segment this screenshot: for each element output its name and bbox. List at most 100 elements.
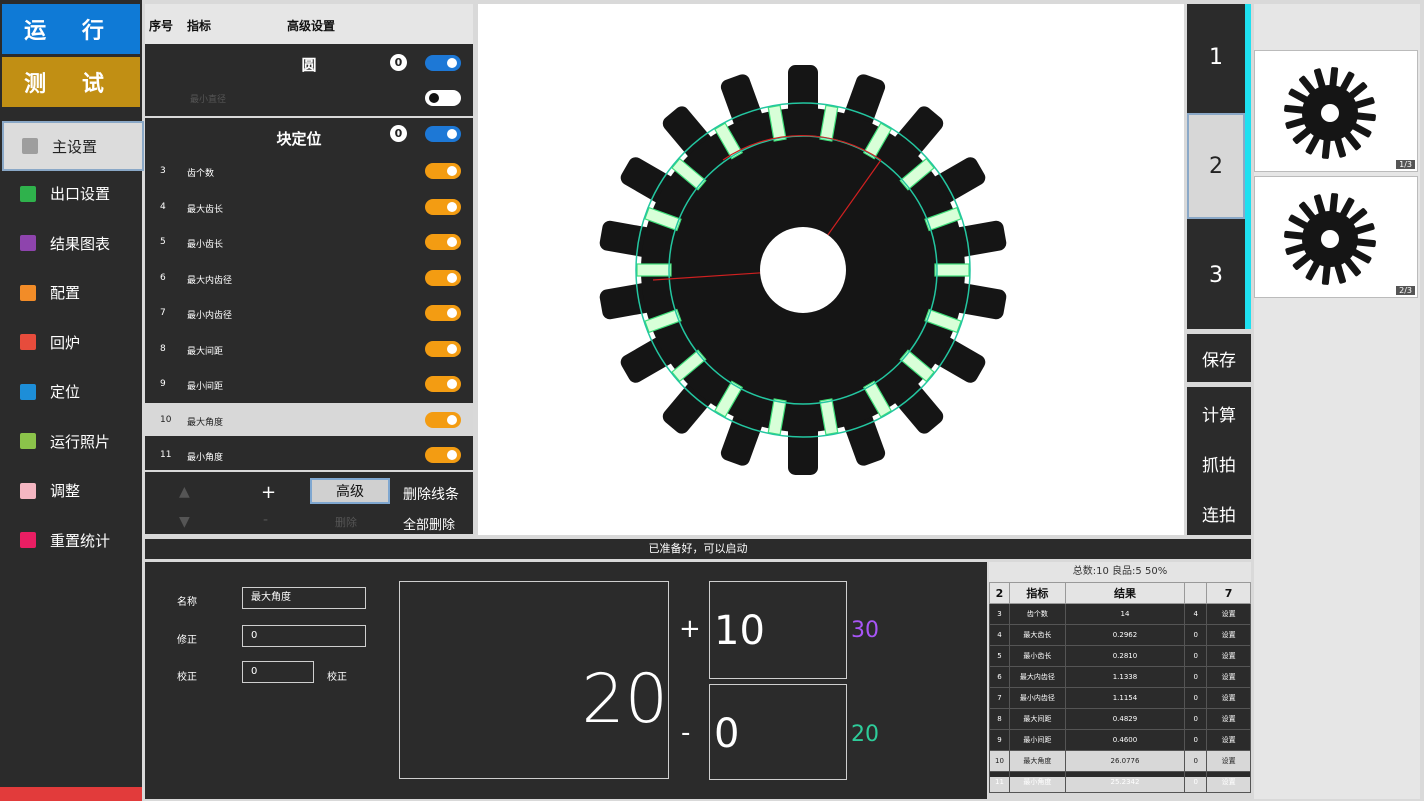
sidebar-item-6[interactable]: 定位 (2, 369, 140, 415)
results-cell-action[interactable]: 设置 (1206, 645, 1251, 667)
capture-button[interactable]: 抓拍 (1187, 451, 1251, 476)
indicator-row[interactable]: 10 最大角度 (145, 402, 473, 436)
sidebar-item-9[interactable]: 重置统计 (2, 517, 140, 563)
results-row[interactable]: 8 最大间距 0.4829 0 设置 (989, 708, 1251, 730)
indicator-number: 7 (160, 308, 166, 318)
remove-button[interactable]: - (263, 512, 268, 528)
move-down-button[interactable]: ▼ (179, 514, 190, 530)
indicator-toggle[interactable] (425, 163, 461, 179)
results-cell-action[interactable]: 设置 (1206, 771, 1251, 793)
results-row[interactable]: 6 最大内齿径 1.1338 0 设置 (989, 666, 1251, 688)
indicator-row[interactable]: 9 最小间距 (145, 367, 473, 400)
results-row[interactable]: 10 最大角度 26.0776 0 设置 (989, 750, 1251, 772)
move-up-button[interactable]: ▲ (179, 484, 190, 500)
indicator-number: 10 (160, 414, 172, 425)
results-cell-count: 0 (1184, 750, 1208, 772)
indicator-toggle[interactable] (425, 305, 461, 321)
circle-group-toggle[interactable] (425, 55, 461, 71)
indicator-row[interactable]: 5 最小齿长 (145, 225, 473, 258)
inspection-image[interactable] (478, 4, 1184, 535)
results-cell-action[interactable]: 设置 (1206, 750, 1251, 772)
results-cell-action[interactable]: 设置 (1206, 603, 1251, 625)
results-cell-action[interactable]: 设置 (1206, 708, 1251, 730)
indicator-row[interactable]: 11 最小角度 (145, 438, 473, 471)
results-cell-result: 26.0776 (1064, 750, 1186, 772)
results-row[interactable]: 4 最大齿长 0.2962 0 设置 (989, 624, 1251, 646)
sidebar-item-2[interactable]: 出口设置 (2, 171, 140, 217)
tab-1[interactable]: 1 (1187, 4, 1245, 110)
results-row[interactable]: 3 齿个数 14 4 设置 (989, 603, 1251, 625)
run-button[interactable]: 运 行 (2, 4, 140, 54)
indicator-number: 6 (160, 272, 166, 283)
results-cell-action[interactable]: 设置 (1206, 687, 1251, 709)
results-header-cell: 7 (1206, 582, 1251, 604)
min-diameter-toggle[interactable] (425, 90, 461, 106)
indicator-toggle[interactable] (425, 411, 461, 428)
advanced-button[interactable]: 高级 (310, 478, 390, 504)
lower-tolerance-field[interactable]: 0 (709, 684, 847, 780)
save-button[interactable]: 保存 (1187, 334, 1251, 382)
results-row[interactable]: 7 最小内齿径 1.1154 0 设置 (989, 687, 1251, 709)
upper-tolerance-field[interactable]: 10 (709, 581, 847, 679)
indicator-row[interactable]: 4 最大齿长 (145, 190, 473, 223)
indicator-row[interactable]: 7 最小内齿径 (145, 296, 473, 329)
sidebar-item-5[interactable]: 回炉 (2, 319, 140, 365)
sidebar-item-1[interactable]: 主设置 (2, 121, 144, 171)
sidebar: 运 行 测 试 主设置出口设置 结果图表 配置 回炉 定位 运行照片 调整 重置统计 (0, 0, 144, 801)
tab-3[interactable]: 3 (1187, 222, 1245, 328)
indicator-name: 最大间距 (187, 346, 224, 357)
indicator-row[interactable]: 8 最大间距 (145, 332, 473, 365)
results-header-cell: 指标 (1008, 582, 1066, 604)
indicator-row[interactable]: 3 齿个数 (145, 154, 473, 187)
calibrate-button[interactable]: 校正 (327, 668, 347, 683)
calc-button[interactable]: 计算 (1187, 401, 1251, 426)
results-cell-num: 10 (989, 750, 1010, 772)
correction-field[interactable]: 0 (242, 625, 366, 647)
indicator-toggle[interactable] (425, 269, 461, 286)
indicator-toggle[interactable] (425, 234, 461, 250)
tab-2[interactable]: 2 (1187, 113, 1245, 219)
results-cell-action[interactable]: 设置 (1206, 666, 1251, 688)
gear-shape (599, 65, 1007, 475)
results-cell-num: 3 (989, 603, 1010, 625)
header-advanced: 高级设置 (287, 19, 336, 33)
indicator-number: 9 (160, 379, 166, 389)
add-button[interactable]: + (261, 482, 276, 503)
results-cell-count: 0 (1184, 708, 1208, 730)
results-cell-result: 0.4600 (1064, 729, 1186, 751)
delete-line-button[interactable]: 删除线条 (403, 484, 459, 504)
results-cell-name: 齿个数 (1008, 603, 1066, 625)
delete-dim-button[interactable]: 删除 (335, 514, 357, 530)
calibrate-field[interactable]: 0 (242, 661, 314, 683)
results-cell-action[interactable]: 设置 (1206, 729, 1251, 751)
indicator-toggle[interactable] (425, 198, 461, 215)
sidebar-status-strip (0, 787, 142, 801)
indicator-toggle[interactable] (425, 376, 461, 392)
test-button[interactable]: 测 试 (2, 57, 140, 107)
thumbnail-1[interactable]: 1/3 (1254, 50, 1418, 172)
indicator-row[interactable]: 6 最大内齿径 (145, 261, 473, 294)
results-row[interactable]: 5 最小齿长 0.2810 0 设置 (989, 645, 1251, 667)
name-field[interactable]: 最大角度 (242, 587, 366, 609)
sidebar-item-8[interactable]: 调整 (2, 468, 140, 514)
indicator-toggle[interactable] (425, 340, 461, 357)
indicator-name: 齿个数 (187, 169, 215, 179)
sidebar-item-label: 主设置 (52, 137, 98, 156)
delete-all-button[interactable]: 全部删除 (403, 514, 455, 533)
sidebar-item-4[interactable]: 配置 (2, 270, 140, 316)
sidebar-item-3[interactable]: 结果图表 (2, 220, 140, 266)
indicator-toggle[interactable] (425, 447, 461, 463)
results-cell-action[interactable]: 设置 (1206, 624, 1251, 646)
results-cell-result: 25.2342 (1064, 771, 1186, 793)
thumbnail-2[interactable]: 2/3 (1254, 176, 1418, 298)
sidebar-item-7[interactable]: 运行照片 (2, 418, 140, 464)
block-group-toggle[interactable] (425, 126, 461, 142)
results-row[interactable]: 11 最小角度 25.2342 0 设置 (989, 771, 1251, 793)
results-cell-count: 0 (1184, 645, 1208, 667)
continuous-button[interactable]: 连拍 (1187, 501, 1251, 526)
results-summary: 总数:10 良品:5 50% (989, 562, 1251, 582)
photo-icon (20, 433, 36, 449)
header-seq: 序号 (149, 19, 174, 33)
gear-hole (760, 227, 846, 313)
results-row[interactable]: 9 最小间距 0.4600 0 设置 (989, 729, 1251, 751)
